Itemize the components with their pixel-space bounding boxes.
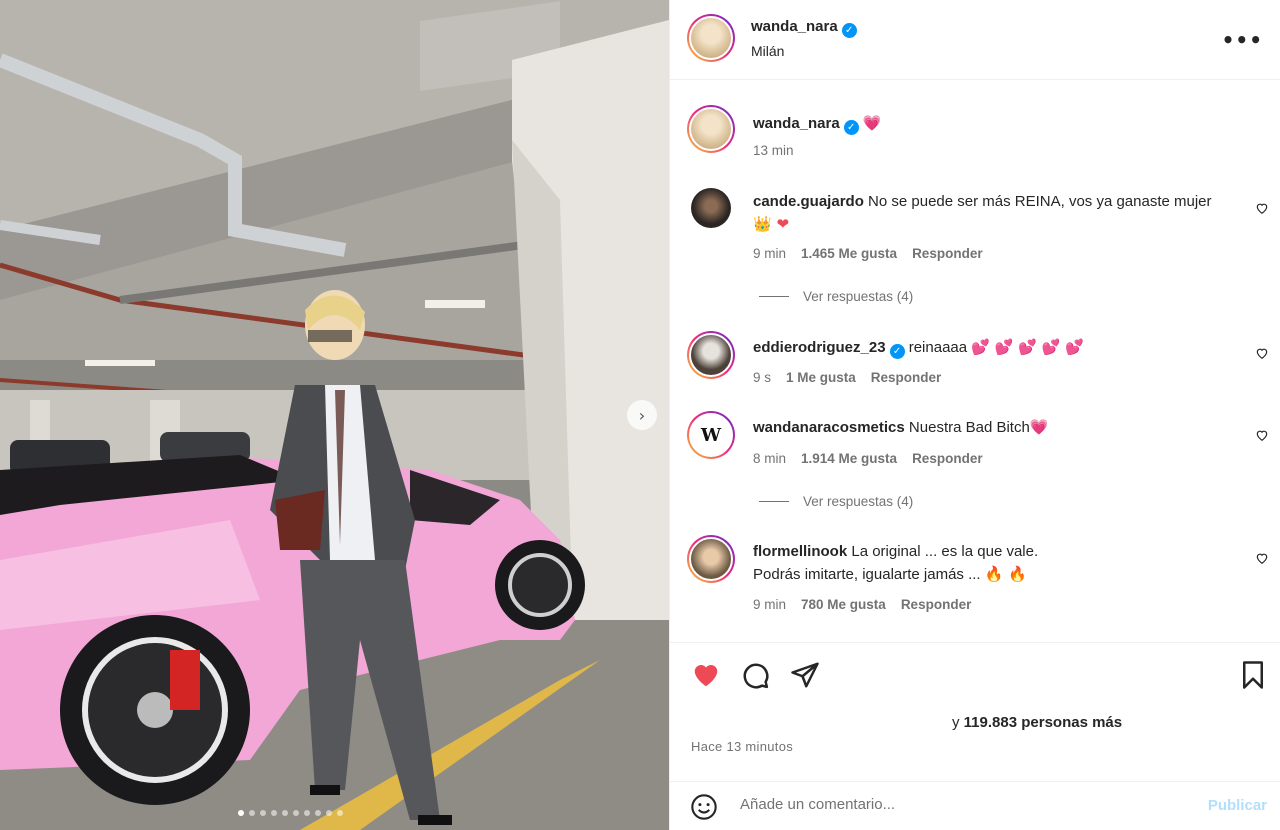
like-heart-icon[interactable] <box>690 660 722 690</box>
publish-button[interactable]: Publicar <box>1208 797 1267 814</box>
likes-summary[interactable]: y 119.883 personas más <box>952 714 1122 731</box>
comment-input[interactable] <box>740 796 1160 813</box>
verified-badge-icon: ✓ <box>841 23 857 38</box>
comment-username[interactable]: wandanaracosmetics <box>753 419 905 436</box>
comment-emojis: 💗 <box>1029 418 1049 436</box>
carousel-dots <box>238 810 343 816</box>
reply-button[interactable]: Responder <box>871 370 942 385</box>
comment-username[interactable]: cande.guajardo <box>753 193 864 210</box>
like-comment-icon[interactable] <box>1255 346 1269 360</box>
comment-likes[interactable]: 1.465 Me gusta <box>801 246 897 261</box>
next-slide-button[interactable]: › <box>627 400 657 430</box>
bookmark-icon[interactable] <box>1240 660 1266 690</box>
post-timestamp[interactable]: Hace 13 minutos <box>691 739 793 754</box>
comment-emojis: 👑 ❤ <box>753 215 790 233</box>
commenter-avatar[interactable] <box>691 188 731 228</box>
like-comment-icon[interactable] <box>1255 201 1269 215</box>
caption-avatar[interactable] <box>687 105 735 153</box>
carousel-dot <box>260 810 266 816</box>
carousel-dot <box>293 810 299 816</box>
carousel-dot <box>271 810 277 816</box>
comment-emojis: 🔥 🔥 <box>984 565 1027 583</box>
carousel-dot <box>315 810 321 816</box>
carousel-dot <box>304 810 310 816</box>
comment-likes[interactable]: 1 Me gusta <box>786 370 856 385</box>
likes-count: 119.883 personas más <box>963 714 1123 731</box>
likes-prefix: y <box>952 714 960 731</box>
comment-username[interactable]: flormellinook <box>753 543 847 560</box>
comment-time[interactable]: 9 min <box>753 246 786 261</box>
comment-icon[interactable] <box>740 660 770 690</box>
like-comment-icon[interactable] <box>1255 551 1269 565</box>
comment-time[interactable]: 8 min <box>753 451 786 466</box>
comment-text-line2: Podrás imitarte, igualarte jamás ... <box>753 566 981 583</box>
post-header: wanda_nara ✓ Milán ••• <box>670 0 1280 80</box>
commenter-avatar[interactable] <box>687 535 735 583</box>
add-comment-bar: Publicar <box>670 781 1280 830</box>
comment-username[interactable]: eddierodriguez_23 <box>753 339 886 356</box>
comment-text: reinaaaa <box>908 339 968 356</box>
chevron-right-icon: › <box>638 405 646 425</box>
author-username[interactable]: wanda_nara <box>751 18 838 35</box>
carousel-dot <box>249 810 255 816</box>
commenter-avatar[interactable]: W <box>687 411 735 459</box>
reply-button[interactable]: Responder <box>912 246 983 261</box>
post-actions: y 119.883 personas más Hace 13 minutos P… <box>670 642 1280 822</box>
carousel-dot <box>326 810 332 816</box>
comment-time[interactable]: 9 s <box>753 370 771 385</box>
comment-likes[interactable]: 1.914 Me gusta <box>801 451 897 466</box>
reply-button[interactable]: Responder <box>912 451 983 466</box>
carousel-dot <box>337 810 343 816</box>
caption-time[interactable]: 13 min <box>753 143 794 158</box>
carousel-dot <box>282 810 288 816</box>
verified-badge-icon: ✓ <box>843 120 859 135</box>
photo-image <box>0 0 669 830</box>
like-comment-icon[interactable] <box>1255 428 1269 442</box>
caption-emoji: 💗 <box>862 114 882 132</box>
replies-line <box>759 501 789 502</box>
emoji-picker-icon[interactable] <box>690 793 718 821</box>
comment-likes[interactable]: 780 Me gusta <box>801 597 886 612</box>
view-replies-label: Ver respuestas (4) <box>803 289 914 304</box>
post-photo[interactable]: › <box>0 0 669 830</box>
post-location[interactable]: Milán <box>751 43 784 59</box>
carousel-dot <box>238 810 244 816</box>
caption-username[interactable]: wanda_nara <box>753 115 840 132</box>
view-replies-label: Ver respuestas (4) <box>803 494 914 509</box>
view-replies-button[interactable]: Ver respuestas (4) <box>759 494 913 509</box>
comment-time[interactable]: 9 min <box>753 597 786 612</box>
replies-line <box>759 296 789 297</box>
comment-emojis: 💕 💕 💕 💕 💕 <box>971 338 1084 356</box>
verified-badge-icon: ✓ <box>889 344 905 359</box>
comment-text: No se puede ser más REINA, vos ya ganast… <box>868 193 1212 210</box>
view-replies-button[interactable]: Ver respuestas (4) <box>759 289 913 304</box>
comment-text: Nuestra Bad Bitch <box>908 419 1030 436</box>
commenter-avatar[interactable] <box>687 331 735 379</box>
comment-text: La original ... es la que vale. <box>851 543 1039 560</box>
reply-button[interactable]: Responder <box>901 597 972 612</box>
more-options-icon[interactable]: ••• <box>1222 28 1263 52</box>
author-avatar[interactable] <box>687 14 735 62</box>
post-side-panel: wanda_nara ✓ Milán ••• wanda_nara ✓ 💗 13 m… <box>669 0 1280 830</box>
share-icon[interactable] <box>790 660 820 690</box>
